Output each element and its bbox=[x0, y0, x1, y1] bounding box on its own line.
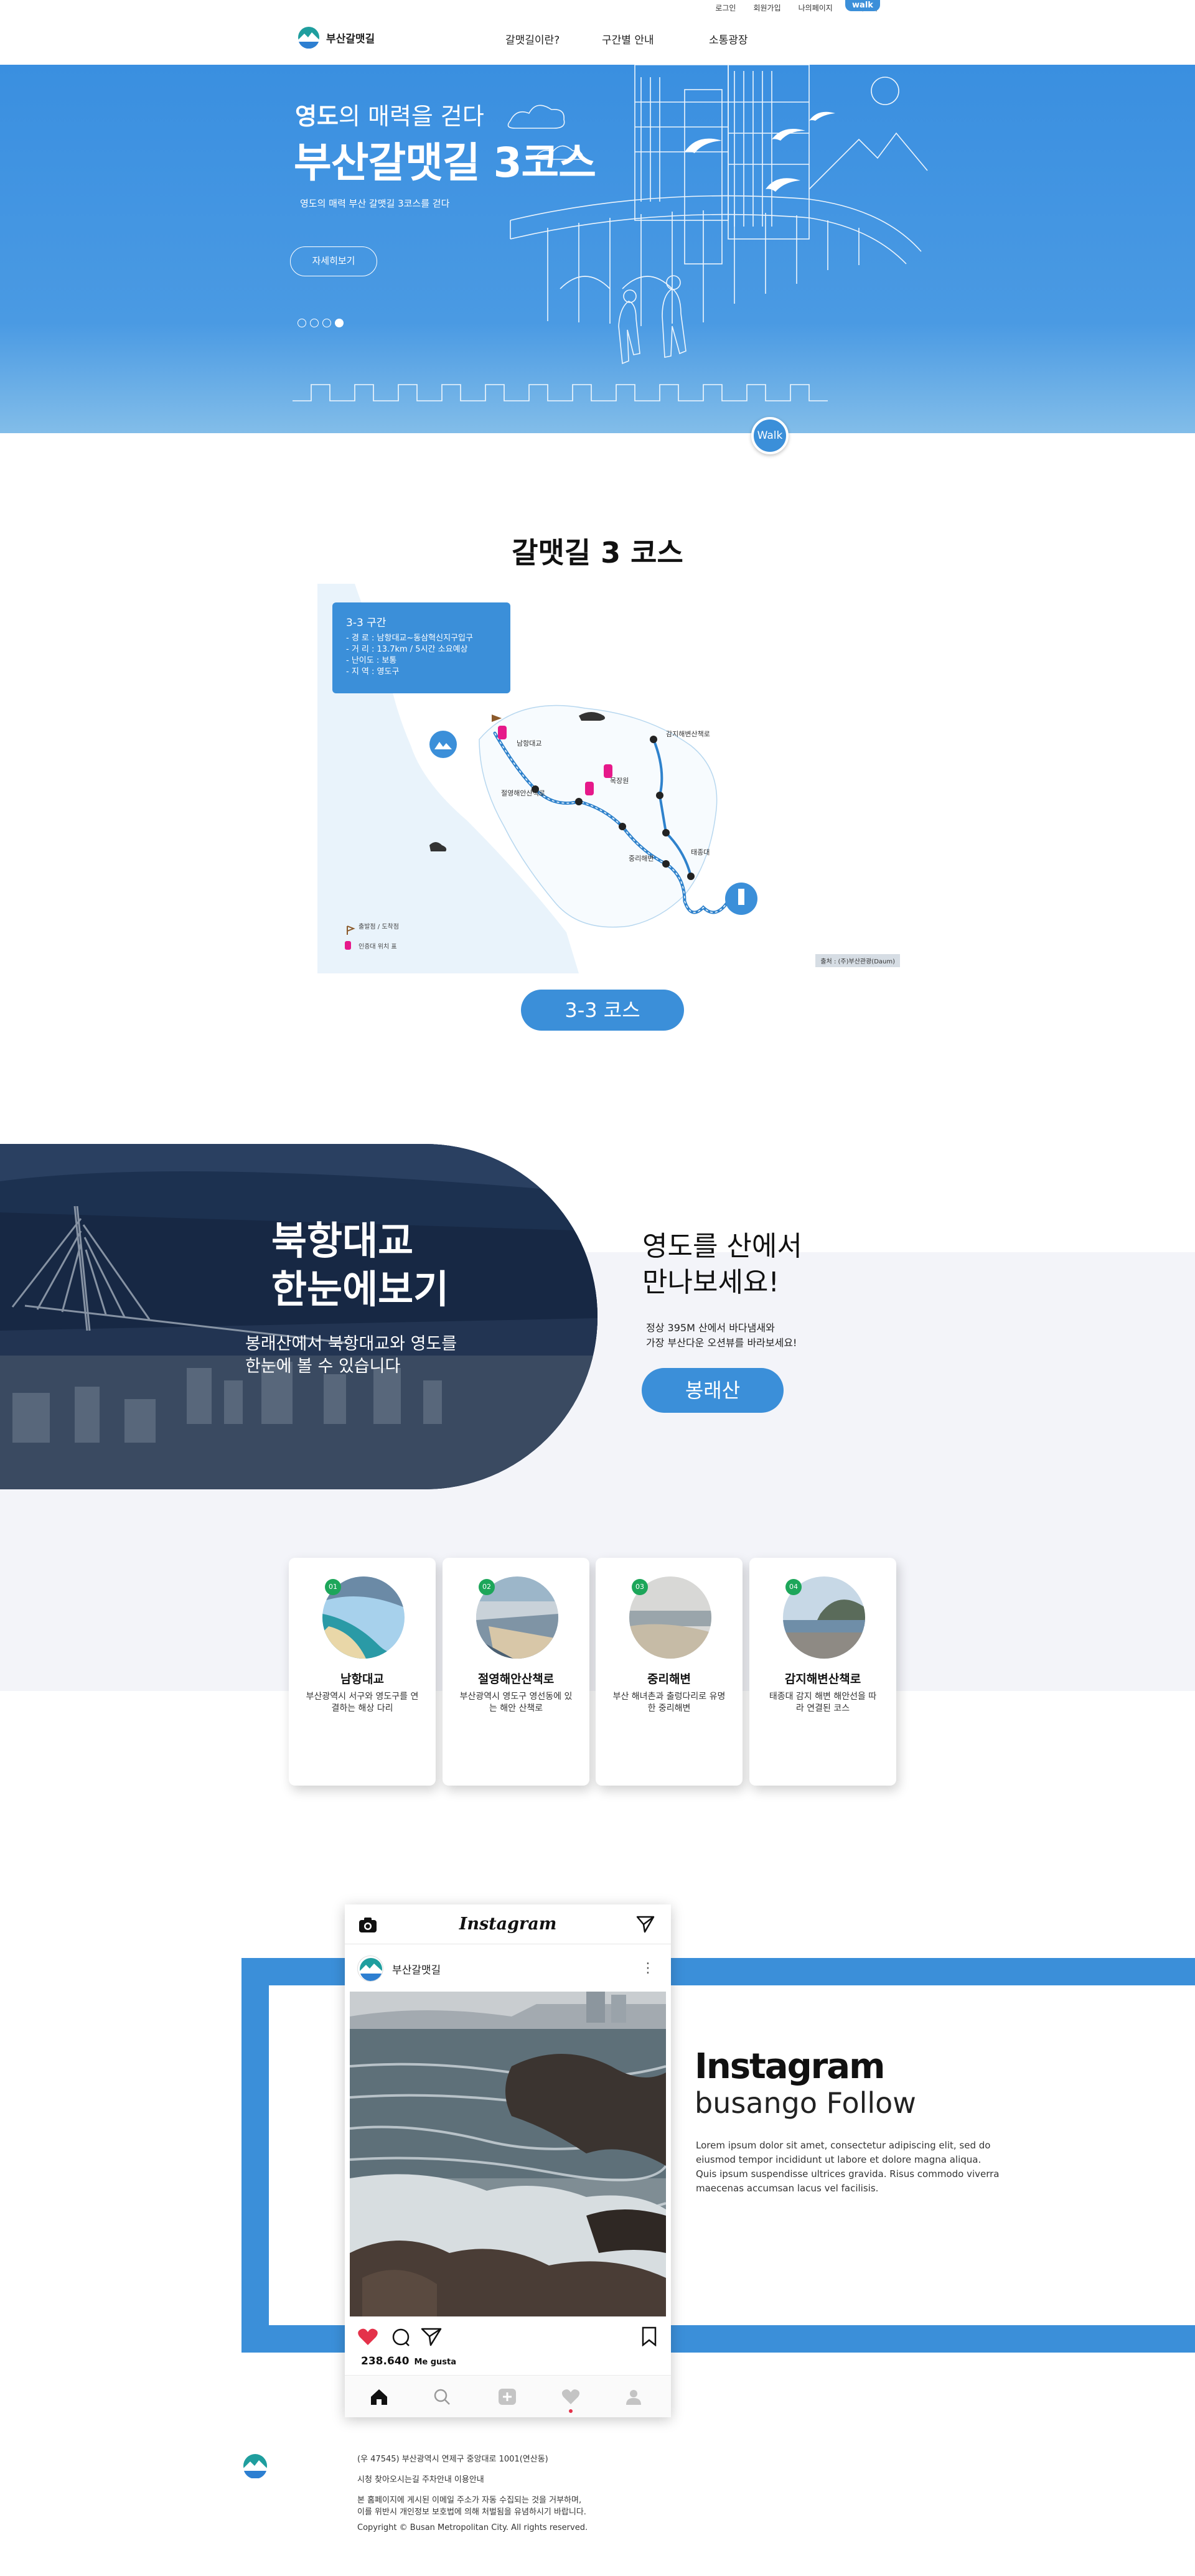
instagram-subheading: busango Follow bbox=[695, 2086, 916, 2120]
footer-info: (우 47545) 부산광역시 연제구 중앙대로 1001(연산동) 시청 찾아… bbox=[357, 2453, 588, 2542]
slide-dot-active[interactable] bbox=[335, 319, 344, 327]
bridge-photo bbox=[0, 1144, 598, 1489]
card-number: 03 bbox=[632, 1579, 648, 1595]
bookmark-icon[interactable] bbox=[641, 2326, 657, 2346]
map-label: 태종대 bbox=[691, 848, 710, 856]
card-number: 02 bbox=[479, 1579, 495, 1595]
walk-tab[interactable]: walk bbox=[845, 0, 880, 11]
instagram-heading: Instagram bbox=[695, 2046, 885, 2087]
walk-badge[interactable]: Walk bbox=[751, 417, 789, 454]
course-map: 절영해안산책로 목장원 감지해변산책로 태종대 중리해변 남항대교 3-3 구간… bbox=[317, 584, 907, 973]
spot-card[interactable]: 01 남항대교 부산광역시 서구와 영도구를 연결하는 해상 다리 bbox=[289, 1558, 436, 1786]
share-icon[interactable] bbox=[421, 2328, 442, 2346]
card-description: 태종대 감지 해변 해안선을 따라 연결된 코스 bbox=[769, 1692, 877, 1713]
footer-notice: 본 홈페이지에 게시된 이메일 주소가 자동 수집되는 것을 거부하며, 이를 위… bbox=[357, 2496, 586, 2517]
card-number: 04 bbox=[785, 1579, 802, 1595]
nav-item-sections[interactable]: 구간별 안내 bbox=[602, 31, 709, 47]
bongrae-description: 정상 395M 산에서 바다냄새와 가장 부산다운 오션뷰를 바라보세요! bbox=[646, 1322, 797, 1349]
spot-card[interactable]: 02 절영해안산책로 부산광역시 영도구 영선동에 있는 해안 산책로 bbox=[443, 1558, 589, 1786]
site-header: 로그인 회원가입 나의페이지 고객센터 walk 부산갈맷길 갈맷길이란? 구간… bbox=[0, 0, 1195, 65]
instagram-logo: Instagram bbox=[459, 1914, 557, 1934]
route-info-line: - 경 로 : 남항대교~동삼혁신지구입구 bbox=[346, 634, 473, 643]
hero-description: 영도의 매력 부산 갈맷길 3코스를 걷다 bbox=[300, 198, 450, 209]
map-label: 남항대교 bbox=[517, 739, 541, 747]
map-source: 출처 : (주)부산관광(Daum) bbox=[815, 954, 900, 967]
mypage-link[interactable]: 나의페이지 bbox=[799, 2, 833, 13]
home-icon[interactable] bbox=[370, 2388, 388, 2405]
login-link[interactable]: 로그인 bbox=[715, 2, 736, 13]
map-legend-start: 출발점 / 도착점 bbox=[358, 924, 399, 930]
route-info-heading: 3-3 구간 bbox=[346, 617, 387, 629]
map-label: 목장원 bbox=[610, 777, 629, 785]
route-info-line: - 거 리 : 13.7km / 5시간 소요예상 bbox=[346, 645, 468, 654]
send-icon[interactable] bbox=[636, 1916, 655, 1933]
map-label: 절영해안산책로 bbox=[501, 789, 545, 797]
post-author[interactable]: 부산갈맷길 bbox=[357, 1955, 441, 1982]
hero-illustration bbox=[293, 65, 928, 401]
post-username: 부산갈맷길 bbox=[392, 1964, 441, 1977]
card-description: 부산 해녀촌과 출렁다리로 유명한 중리해변 bbox=[612, 1692, 726, 1713]
likes-count: 238.640 Me gusta bbox=[361, 2355, 457, 2368]
post-photo[interactable] bbox=[350, 1992, 666, 2316]
instagram-body: Lorem ipsum dolor sit amet, consectetur … bbox=[696, 2140, 1000, 2194]
instagram-phone-mockup: Instagram 부산갈맷길 ⋮ 238.640 Me gusta bbox=[345, 1904, 671, 2417]
activity-heart-icon[interactable] bbox=[561, 2388, 580, 2405]
route-info-box: 3-3 구간 - 경 로 : 남항대교~동삼혁신지구입구 - 거 리 : 13.… bbox=[332, 602, 510, 693]
course-section-title: 갈맷길 3 코스 bbox=[512, 536, 683, 569]
footer-copyright: Copyright © Busan Metropolitan City. All… bbox=[357, 2523, 588, 2532]
card-description: 부산광역시 서구와 영도구를 연결하는 해상 다리 bbox=[306, 1692, 419, 1713]
map-label: 감지해변산책로 bbox=[666, 729, 710, 738]
instagram-bottom-nav bbox=[345, 2375, 671, 2417]
map-legend-stamp: 인증대 위치 표 bbox=[358, 944, 397, 950]
bridge-description: 봉래산에서 북항대교와 영도를 한눈에 볼 수 있습니다 bbox=[245, 1334, 457, 1376]
spot-card[interactable]: 04 감지해변산책로 태종대 감지 해변 해안선을 따라 연결된 코스 bbox=[749, 1558, 896, 1786]
slide-dot[interactable] bbox=[298, 319, 306, 327]
main-nav: 갈맷길이란? 구간별 안내 소통광장 bbox=[505, 31, 748, 47]
card-title: 절영해안산책로 bbox=[477, 1672, 555, 1686]
card-number: 01 bbox=[325, 1579, 341, 1595]
heart-icon[interactable] bbox=[357, 2328, 378, 2346]
map-label: 중리해변 bbox=[629, 854, 654, 863]
more-button[interactable]: 자세히보기 bbox=[290, 246, 377, 276]
card-title: 감지해변산책로 bbox=[784, 1672, 861, 1686]
comment-icon[interactable] bbox=[391, 2328, 411, 2348]
notification-dot bbox=[569, 2409, 573, 2413]
nav-item-community[interactable]: 소통광장 bbox=[709, 31, 748, 47]
instagram-topbar: Instagram bbox=[345, 1904, 671, 1944]
site-logo[interactable]: 부산갈맷길 bbox=[298, 26, 375, 49]
slide-dot[interactable] bbox=[310, 319, 319, 327]
more-options-icon[interactable]: ⋮ bbox=[641, 1960, 655, 1976]
slide-indicator bbox=[298, 319, 344, 327]
footer-logo-icon bbox=[243, 2454, 267, 2478]
bridge-photo-art bbox=[0, 1144, 598, 1489]
footer-help-links[interactable]: 시청 찾아오시는길 주차안내 이용안내 bbox=[357, 2474, 588, 2486]
avatar bbox=[357, 1955, 383, 1982]
hero-subtitle: 영도의 매력을 걷다 bbox=[295, 103, 484, 130]
spot-card[interactable]: 03 중리해변 부산 해녀촌과 출렁다리로 유명한 중리해변 bbox=[596, 1558, 743, 1786]
route-info-line: - 지 역 : 영도구 bbox=[346, 667, 400, 677]
card-title: 중리해변 bbox=[647, 1672, 691, 1686]
nav-item-about[interactable]: 갈맷길이란? bbox=[505, 31, 602, 47]
bongrae-button[interactable]: 봉래산 bbox=[642, 1368, 784, 1413]
search-icon[interactable] bbox=[433, 2388, 451, 2405]
bridge-title: 북항대교 한눈에보기 bbox=[271, 1218, 449, 1312]
slide-dot[interactable] bbox=[322, 319, 331, 327]
bongrae-title: 영도를 산에서 만나보세요! bbox=[642, 1230, 802, 1298]
course-3-3-button[interactable]: 3-3 코스 bbox=[521, 990, 684, 1031]
card-title: 남항대교 bbox=[340, 1672, 384, 1686]
logo-text: 부산갈맷길 bbox=[326, 32, 375, 45]
hero-banner: 영도의 매력을 걷다 부산갈맷길 3코스 영도의 매력 부산 갈맷길 3코스를 … bbox=[0, 65, 1195, 433]
card-description: 부산광역시 영도구 영선동에 있는 해안 산책로 bbox=[459, 1692, 573, 1713]
route-info-line: - 난이도 : 보통 bbox=[346, 656, 397, 665]
add-post-icon[interactable] bbox=[498, 2388, 517, 2405]
footer-address: (우 47545) 부산광역시 연제구 중앙대로 1001(연산동) bbox=[357, 2455, 548, 2464]
profile-icon[interactable] bbox=[625, 2388, 642, 2405]
signup-link[interactable]: 회원가입 bbox=[753, 2, 780, 13]
mountain-logo-icon bbox=[298, 27, 319, 49]
hero-title: 부산갈맷길 3코스 bbox=[294, 139, 596, 187]
